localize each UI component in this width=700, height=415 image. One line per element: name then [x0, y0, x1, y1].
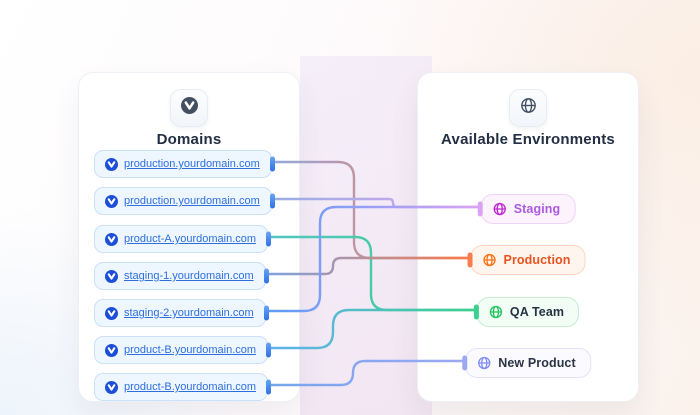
connector-start-cap	[270, 194, 275, 209]
v-circle-icon	[105, 344, 118, 357]
environment-pill[interactable]: Staging	[481, 194, 576, 224]
environment-label: QA Team	[510, 305, 564, 319]
connector-start-cap	[266, 380, 271, 395]
domain-link[interactable]: staging-1.yourdomain.com	[124, 270, 254, 282]
environment-pill[interactable]: Production	[471, 245, 586, 275]
globe-icon	[477, 356, 491, 370]
domains-card: Domains production.yourdomain.com product…	[78, 72, 300, 402]
domain-link[interactable]: production.yourdomain.com	[124, 195, 260, 207]
globe-icon	[493, 202, 507, 216]
environment-label: Staging	[514, 202, 561, 216]
environment-label: Production	[504, 253, 571, 267]
domains-card-icon-chip	[170, 89, 208, 127]
environments-card: Available Environments Staging Production…	[417, 72, 639, 402]
domain-link[interactable]: staging-2.yourdomain.com	[124, 307, 254, 319]
globe-icon	[520, 97, 537, 119]
domain-link[interactable]: product-B.yourdomain.com	[124, 381, 256, 393]
connector-start-cap	[266, 232, 271, 247]
connector-start-cap	[264, 306, 269, 321]
v-circle-icon	[105, 158, 118, 171]
diagram-stage: Domains production.yourdomain.com product…	[0, 0, 700, 415]
connector-start-cap	[270, 157, 275, 172]
domains-title: Domains	[79, 131, 299, 148]
center-highlight-band	[300, 56, 432, 415]
v-circle-icon	[105, 270, 118, 283]
environments-title: Available Environments	[418, 131, 638, 148]
v-circle-icon	[105, 381, 118, 394]
environments-card-icon-chip	[509, 89, 547, 127]
domain-pill[interactable]: product-B.yourdomain.com	[94, 373, 268, 401]
v-circle-icon	[105, 307, 118, 320]
domain-pill[interactable]: product-B.yourdomain.com	[94, 336, 268, 364]
environment-pill[interactable]: QA Team	[477, 297, 579, 327]
domain-link[interactable]: product-B.yourdomain.com	[124, 344, 256, 356]
connector-start-cap	[266, 343, 271, 358]
environment-label: New Product	[498, 356, 576, 370]
globe-icon	[489, 305, 503, 319]
domain-pill[interactable]: staging-2.yourdomain.com	[94, 299, 266, 327]
connector-end-cap	[468, 253, 473, 268]
v-circle-icon	[105, 195, 118, 208]
v-circle-icon	[181, 97, 198, 119]
domain-pill[interactable]: product-A.yourdomain.com	[94, 225, 268, 253]
connector-start-cap	[264, 269, 269, 284]
connector-end-cap	[474, 305, 479, 320]
domain-link[interactable]: product-A.yourdomain.com	[124, 233, 256, 245]
connector-end-cap	[462, 356, 467, 371]
globe-icon	[483, 253, 497, 267]
domain-pill[interactable]: staging-1.yourdomain.com	[94, 262, 266, 290]
connector-end-cap	[478, 202, 483, 217]
domain-pill[interactable]: production.yourdomain.com	[94, 187, 272, 215]
domain-pill[interactable]: production.yourdomain.com	[94, 150, 272, 178]
v-circle-icon	[105, 233, 118, 246]
environment-pill[interactable]: New Product	[465, 348, 591, 378]
domain-link[interactable]: production.yourdomain.com	[124, 158, 260, 170]
